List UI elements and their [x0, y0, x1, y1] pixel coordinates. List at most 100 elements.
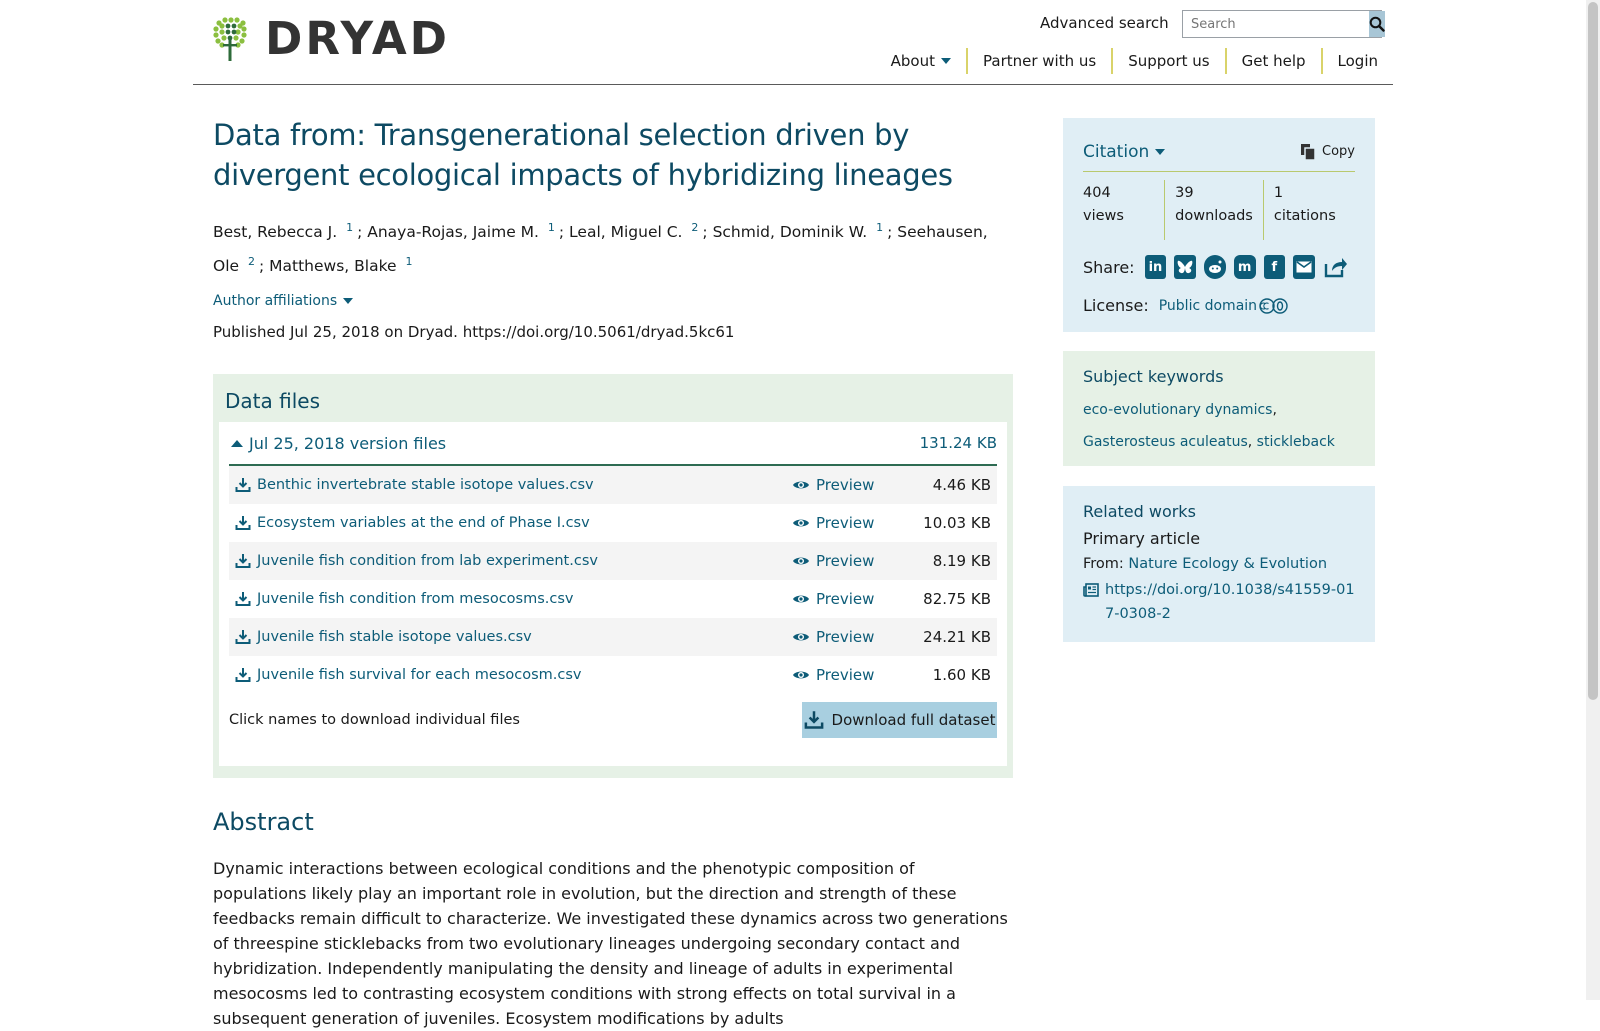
- advanced-search-link[interactable]: Advanced search: [1040, 14, 1186, 36]
- email-icon[interactable]: [1293, 255, 1315, 279]
- chevron-up-icon: [231, 439, 243, 447]
- nav-help[interactable]: Get help: [1227, 48, 1323, 74]
- site-header: DRYAD Advanced search About Partner with…: [193, 0, 1393, 85]
- affiliation-link[interactable]: 1: [548, 221, 555, 234]
- scrollbar-thumb[interactable]: [1588, 2, 1598, 700]
- license-link[interactable]: Public domain: [1159, 298, 1257, 314]
- file-download-link[interactable]: Juvenile fish survival for each mesocosm…: [257, 667, 582, 683]
- author-affiliations-label: Author affiliations: [213, 293, 338, 310]
- from-label: From:: [1083, 556, 1124, 572]
- author-name: Leal, Miguel C.: [569, 223, 683, 242]
- affiliation-link[interactable]: 2: [248, 255, 255, 268]
- article-doi-row: https://doi.org/10.1038/s41559-017-0308-…: [1083, 578, 1355, 626]
- affiliation-link[interactable]: 1: [346, 221, 353, 234]
- preview-button[interactable]: Preview: [792, 476, 922, 494]
- metric-label: citations: [1273, 208, 1336, 224]
- share-label: Share:: [1083, 257, 1135, 277]
- files-footer: Click names to download individual files…: [229, 702, 997, 739]
- keyword-link[interactable]: eco-evolutionary dynamics: [1083, 402, 1272, 418]
- author-affiliations-toggle[interactable]: Author affiliations: [213, 293, 1013, 309]
- related-works-panel: Related works Primary article From: Natu…: [1063, 486, 1375, 642]
- eye-icon: [793, 595, 809, 603]
- file-size: 24.21 KB: [923, 628, 991, 647]
- keywords-title: Subject keywords: [1083, 367, 1224, 386]
- search-input[interactable]: [1183, 11, 1369, 37]
- eye-icon: [793, 519, 809, 527]
- nav-partner[interactable]: Partner with us: [968, 48, 1114, 74]
- download-icon: [235, 668, 251, 683]
- preview-label: Preview: [816, 514, 875, 533]
- preview-button[interactable]: Preview: [792, 666, 922, 684]
- file-download-link[interactable]: Juvenile fish condition from lab experim…: [257, 553, 598, 569]
- preview-label: Preview: [816, 628, 875, 647]
- eye-icon: [793, 633, 809, 641]
- tree-logo-icon: [213, 16, 247, 61]
- preview-button[interactable]: Preview: [792, 628, 922, 646]
- reddit-icon[interactable]: [1204, 255, 1226, 279]
- license-row: License: Public domain: [1083, 296, 1355, 315]
- related-works-title: Related works: [1083, 502, 1196, 521]
- file-download-link[interactable]: Juvenile fish condition from mesocosms.c…: [257, 591, 574, 607]
- chevron-down-icon: [1155, 148, 1166, 155]
- file-size: 1.60 KB: [932, 666, 991, 685]
- keyword-link[interactable]: stickleback: [1257, 434, 1335, 450]
- file-row: Juvenile fish condition from lab experim…: [229, 542, 997, 581]
- download-icon: [235, 554, 251, 569]
- author-name: Anaya-Rojas, Jaime M.: [367, 223, 539, 242]
- share-icon[interactable]: [1323, 255, 1347, 279]
- file-download-link[interactable]: Juvenile fish stable isotope values.csv: [257, 629, 532, 645]
- abstract-text: Dynamic interactions between ecological …: [213, 859, 1008, 1029]
- affiliation-link[interactable]: 1: [405, 255, 412, 268]
- keyword-link[interactable]: Gasterosteus aculeatus: [1083, 434, 1248, 450]
- file-download-link[interactable]: Benthic invertebrate stable isotope valu…: [257, 477, 594, 493]
- download-icon: [235, 592, 251, 607]
- published-info: Published Jul 25, 2018 on Dryad. https:/…: [213, 323, 735, 342]
- file-row: Ecosystem variables at the end of Phase …: [229, 504, 997, 542]
- download-icon: [235, 630, 251, 645]
- nav-about[interactable]: About: [876, 48, 968, 74]
- article-source: From: Nature Ecology & Evolution: [1083, 556, 1355, 572]
- article-icon: [1083, 583, 1099, 597]
- file-download-link[interactable]: Ecosystem variables at the end of Phase …: [257, 515, 590, 531]
- mastodon-icon[interactable]: m: [1233, 255, 1256, 279]
- citation-toggle[interactable]: Citation: [1083, 142, 1166, 162]
- linkedin-icon[interactable]: in: [1144, 255, 1167, 279]
- copy-citation-button[interactable]: Copy: [1300, 143, 1355, 161]
- usage-metrics: 404 views 39 downloads 1 citations: [1083, 180, 1355, 240]
- metric-citations: 1 citations: [1262, 180, 1355, 240]
- citation-panel: Citation Copy 404 views 39 downloads 1 c…: [1063, 118, 1375, 332]
- download-full-dataset-button[interactable]: Download full dataset: [802, 702, 997, 739]
- preview-label: Preview: [816, 552, 875, 571]
- file-size: 8.19 KB: [932, 552, 991, 571]
- download-full-dataset-label: Download full dataset: [831, 711, 996, 730]
- search-button[interactable]: [1369, 11, 1385, 37]
- metric-value: 39: [1175, 185, 1194, 201]
- file-size: 4.46 KB: [932, 476, 991, 495]
- bluesky-icon[interactable]: [1174, 255, 1197, 279]
- affiliation-link[interactable]: 2: [691, 221, 698, 234]
- metric-label: downloads: [1175, 208, 1253, 224]
- journal-link[interactable]: Nature Ecology & Evolution: [1128, 556, 1327, 572]
- data-files-heading: Data files: [225, 389, 320, 414]
- preview-button[interactable]: Preview: [792, 514, 922, 532]
- version-label: Jul 25, 2018 version files: [249, 433, 447, 453]
- chevron-down-icon: [941, 58, 951, 64]
- affiliation-link[interactable]: 1: [876, 221, 883, 234]
- author-name: Best, Rebecca J.: [213, 223, 338, 242]
- primary-article-label: Primary article: [1083, 529, 1201, 548]
- nav-support[interactable]: Support us: [1113, 48, 1227, 74]
- preview-button[interactable]: Preview: [792, 590, 922, 608]
- nav-login[interactable]: Login: [1323, 48, 1378, 74]
- metric-label: views: [1083, 208, 1124, 224]
- version-toggle[interactable]: Jul 25, 2018 version files 131.24 KB: [229, 422, 997, 467]
- article-doi-link[interactable]: https://doi.org/10.1038/s41559-017-0308-…: [1105, 578, 1355, 626]
- eye-icon: [793, 481, 809, 489]
- cc-zero-icon: [1259, 297, 1288, 314]
- chevron-down-icon: [343, 298, 354, 305]
- preview-button[interactable]: Preview: [792, 552, 922, 570]
- download-icon: [235, 478, 251, 493]
- facebook-icon[interactable]: f: [1263, 255, 1286, 279]
- keywords-list: eco-evolutionary dynamics, Gasterosteus …: [1083, 402, 1335, 450]
- dryad-logo[interactable]: DRYAD: [213, 16, 450, 61]
- vertical-scrollbar[interactable]: [1586, 0, 1600, 1000]
